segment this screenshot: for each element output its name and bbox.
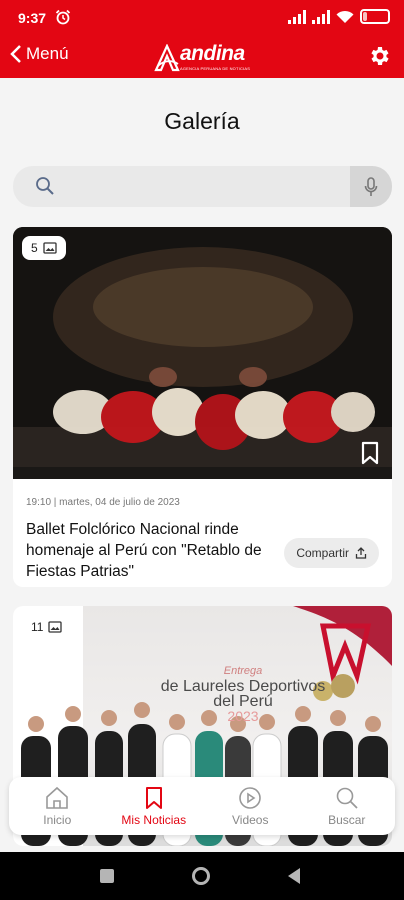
signal-icon [288, 9, 306, 24]
nav-item-mis-noticias[interactable]: Mis Noticias [106, 777, 203, 835]
home-icon [46, 786, 69, 809]
status-bar: 9:37 17 [0, 0, 404, 36]
wifi-icon [336, 10, 354, 23]
search-input[interactable] [65, 166, 355, 207]
app-header: Menú andina AGENCIA PERUANA DE NOTICIAS [0, 36, 404, 78]
image-count-badge: 11 [22, 615, 72, 639]
banner-year: 2023 [227, 708, 259, 724]
menu-label: Menú [26, 44, 69, 63]
alarm-icon [55, 9, 71, 25]
ceremony-banner: Entrega de Laureles Deportivos del Perú … [153, 664, 333, 724]
logo-text: andina [180, 42, 245, 65]
nav-item-buscar[interactable]: Buscar [299, 777, 396, 835]
nav-label: Videos [232, 812, 269, 827]
status-time: 9:37 [18, 10, 47, 26]
dancers-photo-illustration [13, 227, 392, 479]
back-triangle-icon[interactable] [286, 867, 302, 885]
gallery-card[interactable]: 5 19:10 | martes, 04 de julio de 2023 Ba… [13, 227, 392, 587]
bookmark-icon [145, 786, 162, 809]
search-icon [336, 787, 358, 809]
andina-logo: andina AGENCIA PERUANA DE NOTICIAS [154, 42, 254, 74]
nav-label: Mis Noticias [121, 812, 187, 827]
battery-level: 17 [369, 11, 381, 22]
search-icon [36, 177, 54, 195]
logo-subtitle: AGENCIA PERUANA DE NOTICIAS [180, 66, 251, 71]
image-icon [43, 242, 57, 254]
battery-icon: 17 [360, 9, 390, 24]
image-count: 11 [31, 620, 44, 634]
signal-icon-2 [312, 9, 330, 24]
bookmark-icon[interactable] [360, 441, 380, 465]
article-timestamp: 19:10 | martes, 04 de julio de 2023 [26, 497, 180, 508]
search-bar [13, 166, 392, 207]
article-title[interactable]: Ballet Folclórico Nacional rinde homenaj… [26, 519, 266, 582]
nav-label: Inicio [43, 812, 72, 827]
banner-small: Entrega [223, 665, 263, 677]
share-icon [355, 547, 367, 559]
nav-item-inicio[interactable]: Inicio [9, 777, 106, 835]
page-title: Galería [164, 108, 240, 134]
mic-button[interactable] [350, 166, 392, 207]
menu-back-button[interactable]: Menú [10, 44, 69, 64]
image-count: 5 [31, 241, 38, 255]
gallery-photo[interactable]: 5 [13, 227, 392, 479]
image-icon [48, 621, 63, 633]
play-icon [239, 786, 262, 809]
logo-mark-icon [154, 44, 180, 72]
home-button-icon[interactable] [192, 867, 210, 885]
mic-icon [364, 176, 378, 196]
gear-icon[interactable] [368, 44, 392, 68]
share-button[interactable]: Compartir [284, 538, 379, 568]
image-count-badge: 5 [22, 236, 66, 260]
recent-apps-icon[interactable] [100, 869, 114, 883]
system-navigation-bar [0, 852, 404, 900]
banner-title: de Laureles Deportivos del Perú [160, 678, 326, 710]
share-label: Compartir [296, 546, 349, 560]
bottom-navigation: Inicio Mis Noticias Videos Buscar [9, 777, 395, 835]
nav-label: Buscar [328, 812, 366, 827]
nav-item-videos[interactable]: Videos [202, 777, 299, 835]
chevron-left-icon [10, 45, 21, 63]
